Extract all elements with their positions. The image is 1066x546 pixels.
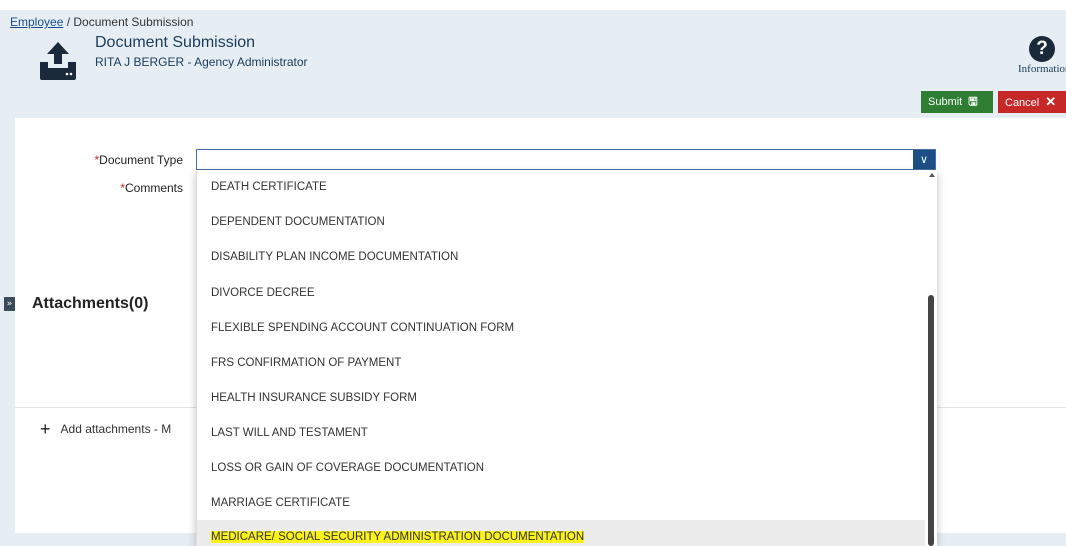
breadcrumb-separator: /	[63, 15, 74, 29]
submit-label: Submit	[928, 96, 963, 108]
add-attachments-label: Add attachments - M	[60, 422, 172, 436]
expand-panel-icon[interactable]: »	[4, 297, 15, 311]
breadcrumb-current: Document Submission	[73, 15, 194, 29]
dropdown-option[interactable]: MARRIAGE CERTIFICATE	[197, 486, 925, 521]
cancel-button[interactable]: Cancel ✕	[998, 91, 1066, 113]
close-icon: ✕	[1045, 94, 1057, 109]
document-type-select[interactable]: ∨	[196, 149, 936, 170]
information-button[interactable]: ? Information	[1018, 36, 1066, 75]
dropdown-option[interactable]: DISABILITY PLAN INCOME DOCUMENTATION	[197, 240, 925, 275]
attachments-title: Attachments(0)	[32, 295, 149, 312]
dropdown-option[interactable]: HEALTH INSURANCE SUBSIDY FORM	[197, 381, 925, 416]
dropdown-option[interactable]: DIVORCE DECREE	[197, 276, 925, 311]
chevron-down-icon[interactable]: ∨	[913, 150, 935, 169]
breadcrumb-link-employee[interactable]: Employee	[10, 15, 63, 29]
page-subtitle: RITA J BERGER - Agency Administrator	[95, 55, 308, 69]
document-type-dropdown[interactable]: DEATH CERTIFICATE DEPENDENT DOCUMENTATIO…	[196, 170, 937, 546]
comments-label: *Comments	[120, 181, 183, 195]
dropdown-option[interactable]: DEATH CERTIFICATE	[197, 170, 925, 205]
upload-icon	[40, 42, 76, 80]
add-attachments-link[interactable]: + Add attachments - M	[40, 419, 171, 440]
dropdown-option[interactable]: DEPENDENT DOCUMENTATION	[197, 205, 925, 240]
information-label: Information	[1018, 63, 1066, 75]
help-icon: ?	[1029, 36, 1055, 62]
page-title: Document Submission	[95, 34, 256, 51]
highlighted-text: MEDICARE/ SOCIAL SECURITY ADMINISTRATION…	[211, 531, 585, 543]
submit-button[interactable]: Submit 🖫	[921, 91, 993, 113]
dropdown-option[interactable]: LAST WILL AND TESTAMENT	[197, 416, 925, 451]
plus-icon: +	[40, 419, 51, 439]
scroll-up-icon[interactable]	[929, 173, 935, 177]
dropdown-option-hovered[interactable]: MEDICARE/ SOCIAL SECURITY ADMINISTRATION…	[197, 520, 925, 546]
dropdown-option[interactable]: LOSS OR GAIN OF COVERAGE DOCUMENTATION	[197, 451, 925, 486]
scrollbar-thumb[interactable]	[928, 295, 934, 546]
save-icon: 🖫	[968, 96, 978, 108]
cancel-label: Cancel	[1005, 97, 1040, 109]
dropdown-option[interactable]: FRS CONFIRMATION OF PAYMENT	[197, 346, 925, 381]
document-type-label: *Document Type	[94, 153, 184, 167]
dropdown-scrollbar[interactable]	[925, 170, 937, 546]
breadcrumb: Employee / Document Submission	[10, 15, 193, 29]
dropdown-option[interactable]: FLEXIBLE SPENDING ACCOUNT CONTINUATION F…	[197, 311, 925, 346]
